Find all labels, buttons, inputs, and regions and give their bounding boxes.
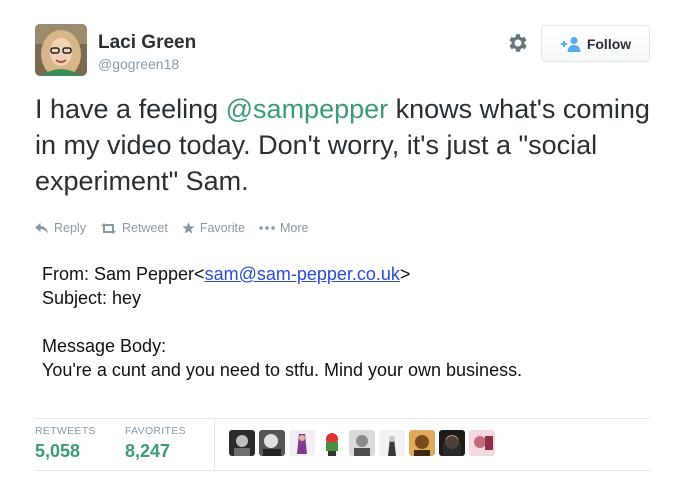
retweet-button[interactable]: Retweet — [100, 221, 168, 235]
more-label: More — [279, 221, 309, 235]
email-subject: Subject: hey — [42, 288, 142, 308]
follow-button[interactable]: Follow — [541, 25, 650, 62]
retweets-count: 5,058 — [35, 441, 81, 461]
favorites-count: 8,247 — [125, 441, 171, 461]
user-handle[interactable]: @gogreen18 — [98, 56, 179, 72]
star-icon — [182, 222, 195, 234]
favoriter-avatar[interactable] — [229, 430, 255, 456]
favoriter-avatar[interactable] — [259, 430, 285, 456]
email-body-label: Message Body: — [42, 336, 167, 356]
email-from-line: From: Sam Pepper<sam@sam-pepper.co.uk> — [42, 262, 652, 286]
favoriter-avatar[interactable] — [349, 430, 375, 456]
retweets-label: RETWEETS — [35, 425, 96, 437]
reply-icon — [35, 222, 48, 233]
email-from-close: > — [399, 264, 411, 284]
more-dots-icon — [259, 226, 275, 230]
favoriter-avatar[interactable] — [289, 430, 315, 456]
add-user-icon — [560, 36, 581, 52]
email-address-link[interactable]: sam@sam-pepper.co.uk — [205, 264, 400, 284]
retweets-stat[interactable]: RETWEETS 5,058 — [35, 425, 96, 462]
tweet-text: I have a feeling @sampepper knows what's… — [35, 91, 655, 199]
retweet-label: Retweet — [121, 221, 168, 235]
favorite-button[interactable]: Favorite — [182, 221, 245, 235]
display-name[interactable]: Laci Green — [98, 32, 196, 54]
favorite-label: Favorite — [199, 221, 245, 235]
tweet-actions: Reply Retweet Favorite More — [35, 221, 322, 235]
favoriter-avatar[interactable] — [439, 430, 465, 456]
stats-divider-top — [35, 418, 650, 419]
reply-label: Reply — [54, 221, 86, 235]
stats-divider-bottom — [35, 470, 650, 471]
tweet-text-before: I have a feeling — [35, 94, 226, 124]
favoriter-avatar[interactable] — [319, 430, 345, 456]
favoriter-avatar[interactable] — [379, 430, 405, 456]
favoriters-facepile — [229, 430, 499, 456]
profile-avatar[interactable] — [35, 24, 87, 76]
follow-label: Follow — [586, 35, 632, 52]
reply-button[interactable]: Reply — [35, 221, 86, 235]
email-image[interactable]: From: Sam Pepper<sam@sam-pepper.co.uk> S… — [42, 262, 652, 382]
gear-icon[interactable] — [506, 31, 530, 55]
favorites-label: FAVORITES — [125, 425, 186, 437]
favoriter-avatar[interactable] — [409, 430, 435, 456]
mention-link[interactable]: @sampepper — [226, 94, 389, 124]
email-body-text: You're a cunt and you need to stfu. Mind… — [42, 360, 523, 380]
stats-separator — [214, 419, 215, 470]
email-from-label: From: Sam Pepper< — [42, 264, 205, 284]
favorites-stat[interactable]: FAVORITES 8,247 — [125, 425, 186, 462]
more-button[interactable]: More — [259, 221, 308, 235]
retweet-icon — [100, 222, 116, 234]
favoriter-avatar[interactable] — [469, 430, 495, 456]
